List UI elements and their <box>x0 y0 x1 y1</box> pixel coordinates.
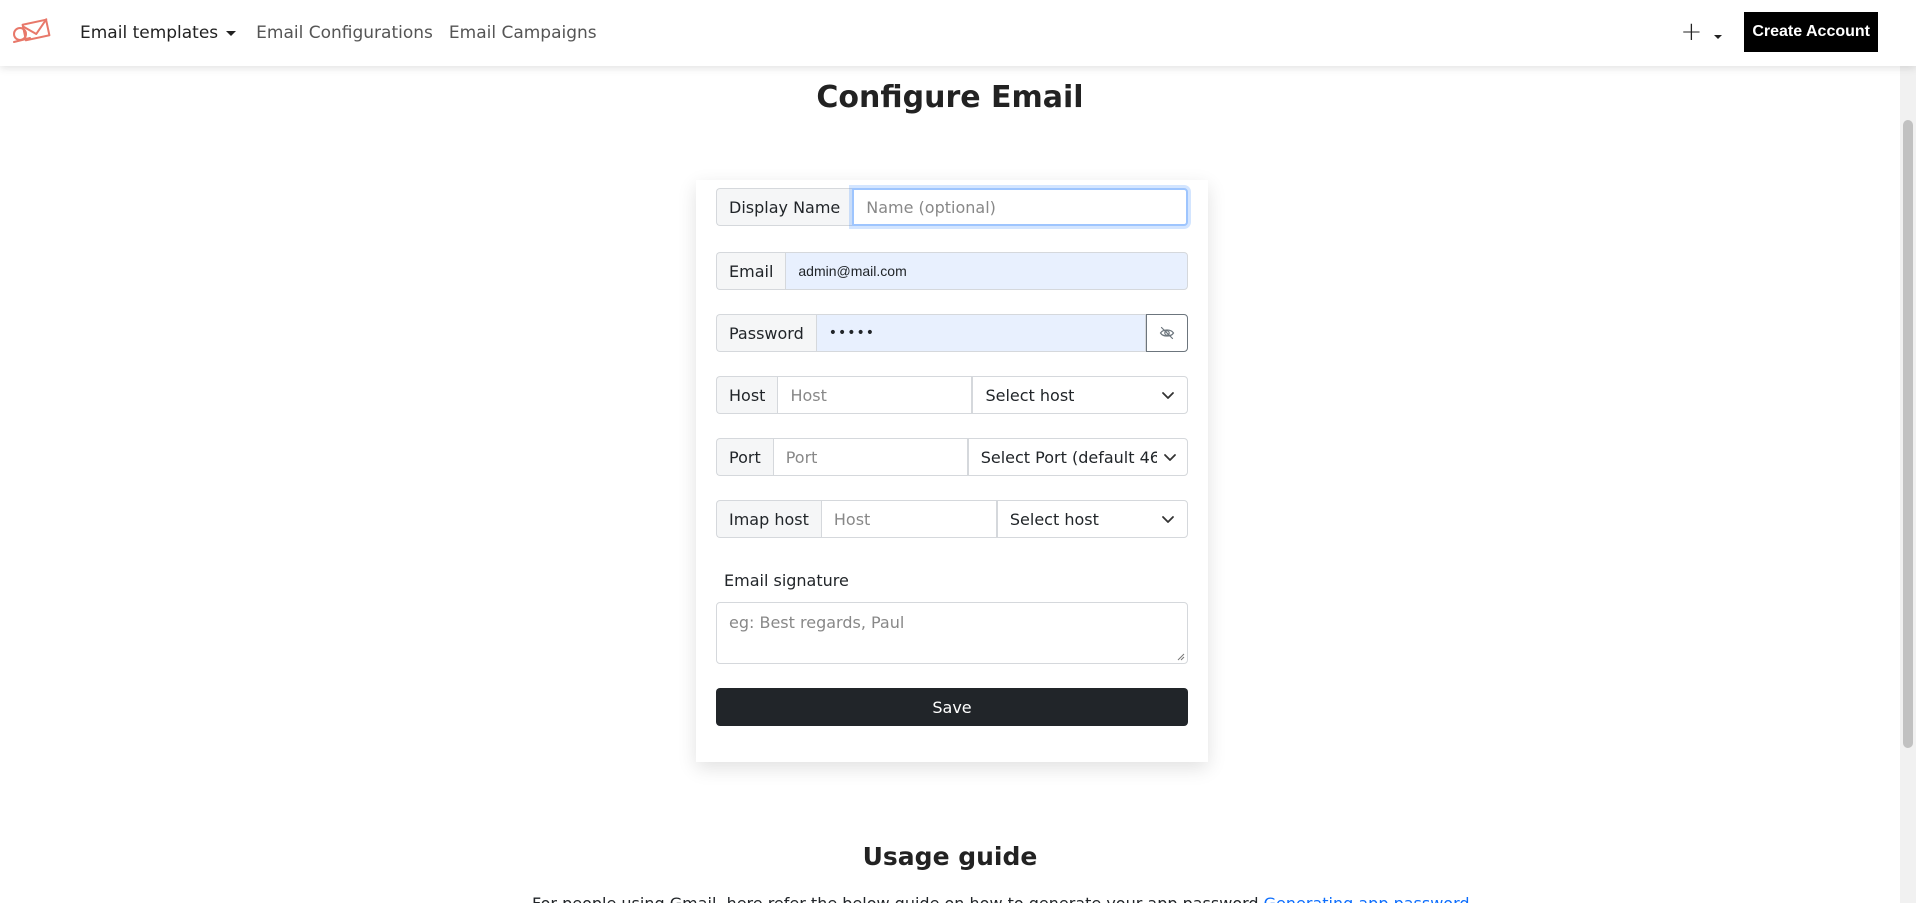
email-label: Email <box>716 252 786 290</box>
email-signature-label: Email signature <box>724 571 849 590</box>
app-password-link[interactable]: Generating app password <box>1264 894 1470 903</box>
eye-slash-icon <box>1159 326 1175 340</box>
caret-down-icon <box>226 30 237 36</box>
resize-handle-icon[interactable] <box>1177 653 1185 661</box>
email-group: Email admin@mail.com <box>716 252 1188 290</box>
host-select[interactable]: Select host <box>972 376 1188 414</box>
nav-email-campaigns[interactable]: Email Campaigns <box>449 23 597 43</box>
usage-guide-text: For people using Gmail, here refer the b… <box>532 894 1470 903</box>
password-label: Password <box>716 314 816 352</box>
imap-host-group: Imap host Host Select host <box>716 500 1188 538</box>
host-select-value: Select host <box>985 385 1075 405</box>
email-value: admin@mail.com <box>798 263 907 279</box>
email-input[interactable]: admin@mail.com <box>785 252 1188 290</box>
display-name-group: Display Name Name (optional) <box>716 188 1188 226</box>
imap-host-select[interactable]: Select host <box>996 500 1188 538</box>
email-signature-textarea[interactable]: eg: Best regards, Paul <box>716 602 1188 664</box>
usage-guide-title: Usage guide <box>862 842 1038 871</box>
nav-email-configurations[interactable]: Email Configurations <box>256 23 433 43</box>
password-input[interactable]: ••••• <box>815 314 1146 352</box>
host-placeholder: Host <box>790 385 827 405</box>
scrollbar-thumb[interactable] <box>1903 120 1913 748</box>
imap-host-select-value: Select host <box>1009 509 1099 529</box>
host-group: Host Host Select host <box>716 376 1188 414</box>
port-input[interactable]: Port <box>772 438 968 476</box>
password-group: Password ••••• <box>716 314 1188 352</box>
port-select-value: Select Port (default 465 <box>980 447 1157 467</box>
caret-down-icon <box>1714 35 1723 39</box>
display-name-label: Display Name <box>716 188 853 226</box>
imap-host-input[interactable]: Host <box>820 500 997 538</box>
host-input[interactable]: Host <box>777 376 973 414</box>
envelope-logo-icon[interactable] <box>10 16 52 48</box>
create-account-button[interactable]: Create Account <box>1744 12 1878 52</box>
nav-email-templates-label: Email templates <box>80 23 219 43</box>
display-name-input[interactable]: Name (optional) <box>852 188 1188 226</box>
save-button[interactable]: Save <box>716 688 1188 726</box>
configure-email-card: Display Name Name (optional) Email admin… <box>696 180 1208 762</box>
nav-email-templates[interactable]: Email templates <box>80 23 237 43</box>
page-scrollbar[interactable] <box>1900 0 1916 903</box>
password-value: ••••• <box>828 325 876 341</box>
imap-host-label: Imap host <box>716 500 821 538</box>
host-label: Host <box>716 376 778 414</box>
page-title: Configure Email <box>816 80 1084 115</box>
imap-host-placeholder: Host <box>833 509 871 529</box>
toggle-password-button[interactable] <box>1146 314 1188 352</box>
chevron-down-icon <box>1164 454 1176 461</box>
display-name-placeholder: Name (optional) <box>866 197 996 217</box>
port-placeholder: Port <box>785 447 818 467</box>
port-group: Port Port Select Port (default 465 <box>716 438 1188 476</box>
chevron-down-icon <box>1162 516 1174 523</box>
port-label: Port <box>716 438 773 476</box>
port-select[interactable]: Select Port (default 465 <box>967 438 1188 476</box>
chevron-down-icon <box>1162 392 1174 399</box>
usage-guide-body: For people using Gmail, here refer the b… <box>532 894 1259 903</box>
plus-icon: + <box>1680 17 1703 47</box>
top-navbar: Email templates Email Configurations Ema… <box>0 0 1916 66</box>
add-dropdown-button[interactable]: + <box>1681 19 1723 45</box>
email-signature-placeholder: eg: Best regards, Paul <box>729 613 905 632</box>
